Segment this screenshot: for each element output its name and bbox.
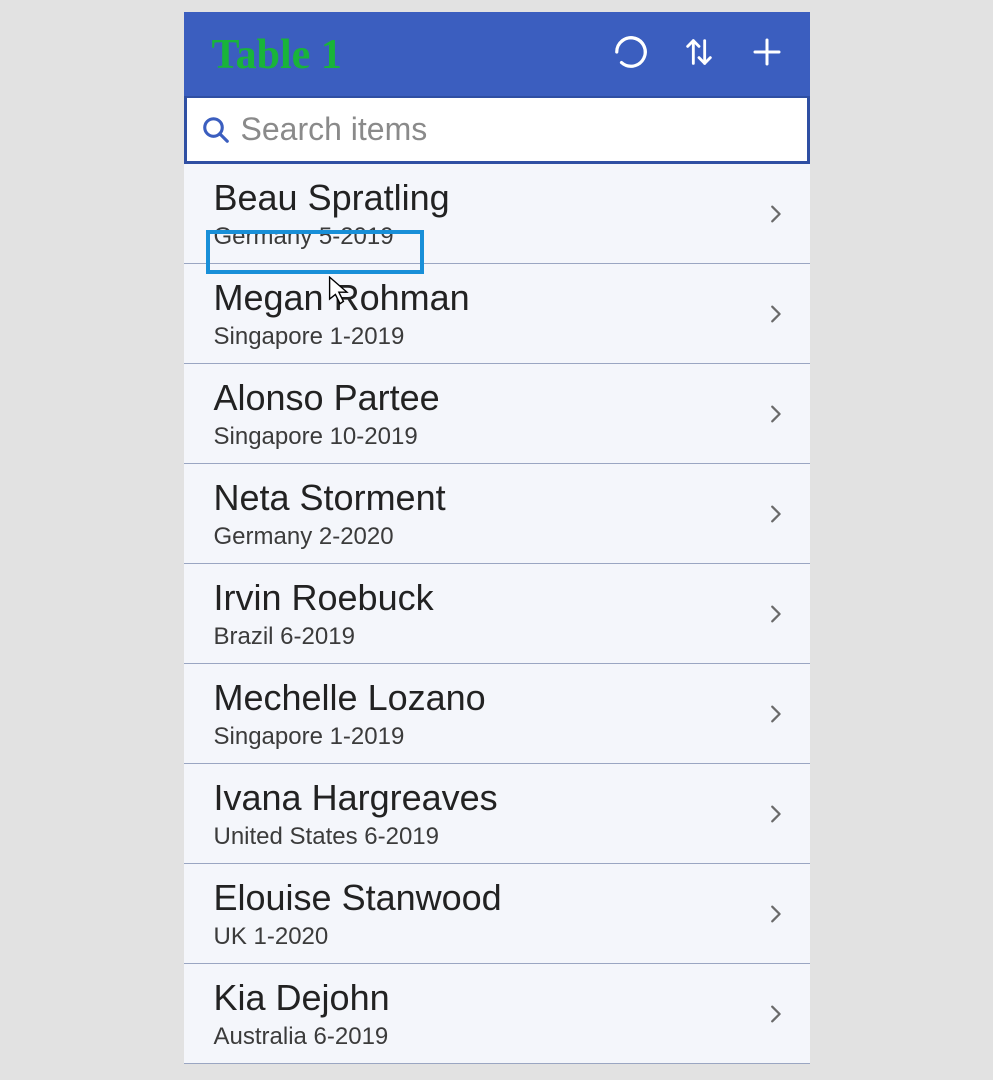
list-item[interactable]: Irvin Roebuck Brazil 6-2019 [184, 564, 810, 664]
list-item-texts: Ivana Hargreaves United States 6-2019 [214, 776, 498, 851]
chevron-right-icon [764, 296, 786, 332]
list-item-title: Kia Dejohn [214, 976, 390, 1019]
list-item-texts: Neta Storment Germany 2-2020 [214, 476, 446, 551]
chevron-right-icon [764, 896, 786, 932]
list-item-title: Megan Rohman [214, 276, 470, 319]
app-frame: Table 1 [184, 12, 810, 1064]
search-input[interactable] [241, 111, 793, 148]
list-item-texts: Mechelle Lozano Singapore 1-2019 [214, 676, 486, 751]
list-item-subtitle: Singapore 10-2019 [214, 423, 440, 451]
list-item-title: Beau Spratling [214, 176, 450, 219]
plus-icon [749, 34, 785, 75]
list-item-texts: Megan Rohman Singapore 1-2019 [214, 276, 470, 351]
chevron-right-icon [764, 796, 786, 832]
list-item-title: Elouise Stanwood [214, 876, 502, 919]
chevron-right-icon [764, 496, 786, 532]
list-item[interactable]: Elouise Stanwood UK 1-2020 [184, 864, 810, 964]
list-item[interactable]: Alonso Partee Singapore 10-2019 [184, 364, 810, 464]
sort-button[interactable] [674, 30, 724, 80]
list-item-texts: Elouise Stanwood UK 1-2020 [214, 876, 502, 951]
list-item-subtitle: United States 6-2019 [214, 823, 498, 851]
list-item-title: Neta Storment [214, 476, 446, 519]
page-title: Table 1 [212, 31, 606, 79]
chevron-right-icon [764, 596, 786, 632]
list-item-subtitle: Brazil 6-2019 [214, 623, 434, 651]
list-item-title: Irvin Roebuck [214, 576, 434, 619]
list-item[interactable]: Kia Dejohn Australia 6-2019 [184, 964, 810, 1064]
sort-icon [682, 32, 716, 77]
list-item-texts: Kia Dejohn Australia 6-2019 [214, 976, 390, 1051]
search-icon [201, 115, 231, 145]
list-item-subtitle: Singapore 1-2019 [214, 723, 486, 751]
list-item-subtitle: Germany 2-2020 [214, 523, 446, 551]
list-item-subtitle: Singapore 1-2019 [214, 323, 470, 351]
chevron-right-icon [764, 996, 786, 1032]
list-item[interactable]: Neta Storment Germany 2-2020 [184, 464, 810, 564]
list-item-texts: Alonso Partee Singapore 10-2019 [214, 376, 440, 451]
list-item-texts: Irvin Roebuck Brazil 6-2019 [214, 576, 434, 651]
list-item-subtitle: Germany 5-2019 [214, 223, 450, 251]
refresh-icon [612, 33, 650, 76]
list-item[interactable]: Megan Rohman Singapore 1-2019 [184, 264, 810, 364]
list-item-subtitle: UK 1-2020 [214, 923, 502, 951]
list-item-title: Alonso Partee [214, 376, 440, 419]
list-item-texts: Beau Spratling Germany 5-2019 [214, 176, 450, 251]
add-button[interactable] [742, 30, 792, 80]
list-item-subtitle: Australia 6-2019 [214, 1023, 390, 1051]
search-bar[interactable] [184, 96, 810, 164]
list-item-title: Ivana Hargreaves [214, 776, 498, 819]
list-item[interactable]: Ivana Hargreaves United States 6-2019 [184, 764, 810, 864]
app-header: Table 1 [184, 12, 810, 97]
header-actions [606, 30, 792, 80]
chevron-right-icon [764, 196, 786, 232]
item-list: Beau Spratling Germany 5-2019 Megan Rohman… [184, 164, 810, 1064]
chevron-right-icon [764, 696, 786, 732]
list-item[interactable]: Mechelle Lozano Singapore 1-2019 [184, 664, 810, 764]
list-item-title: Mechelle Lozano [214, 676, 486, 719]
list-item[interactable]: Beau Spratling Germany 5-2019 [184, 164, 810, 264]
chevron-right-icon [764, 396, 786, 432]
refresh-button[interactable] [606, 30, 656, 80]
